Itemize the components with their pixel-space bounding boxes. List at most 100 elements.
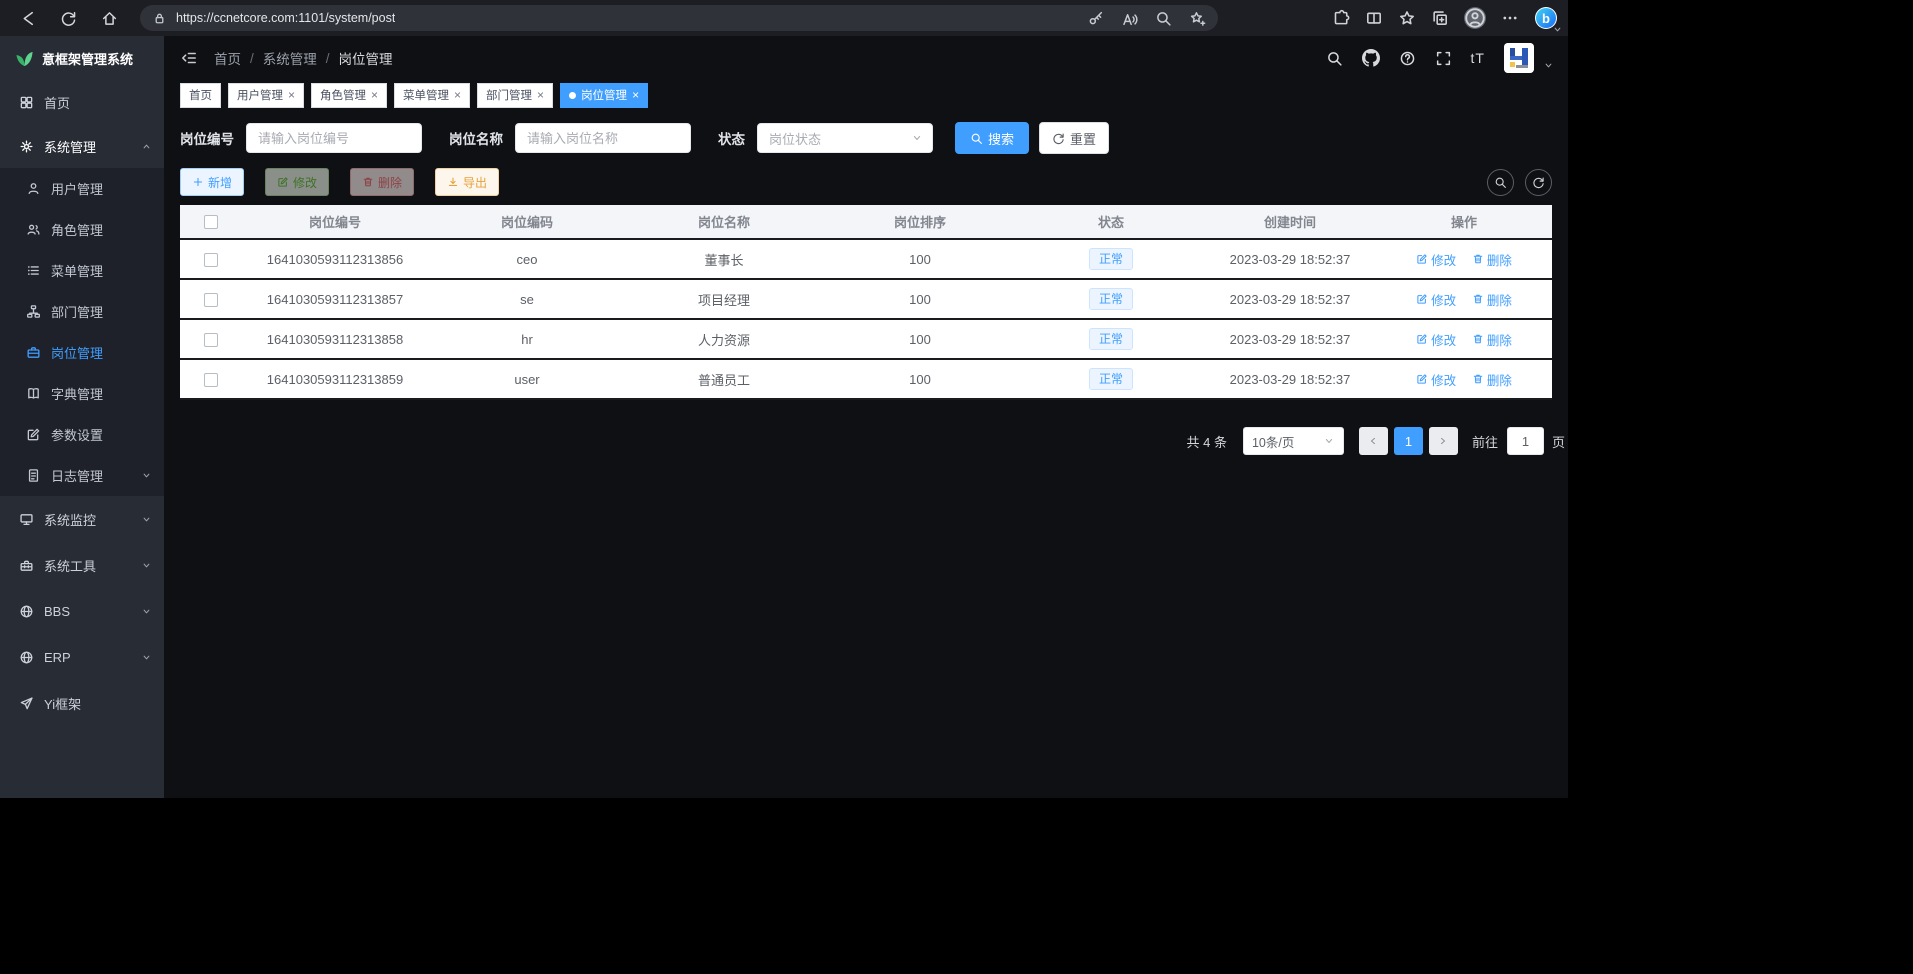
row-delete-link[interactable]: 删除 [1472, 290, 1512, 309]
tab-label: 部门管理 [486, 87, 532, 103]
password-key-icon[interactable] [1087, 10, 1104, 27]
sidebar-item-system-management[interactable]: 系统管理 [0, 124, 164, 168]
sidebar-item-bbs[interactable]: BBS [0, 588, 164, 634]
sidebar-item-system-monitoring[interactable]: 系统监控 [0, 496, 164, 542]
search-icon [970, 132, 983, 145]
sidebar-item-menu-management[interactable]: 菜单管理 [0, 250, 164, 291]
export-button[interactable]: 导出 [435, 168, 499, 196]
page-number-1[interactable]: 1 [1394, 427, 1423, 455]
github-icon[interactable] [1362, 49, 1380, 67]
table-row: 1641030593112313859 user 普通员工 100 正常 202… [180, 359, 1552, 399]
reset-button[interactable]: 重置 [1039, 122, 1109, 154]
refresh-table-button[interactable] [1525, 169, 1552, 196]
address-bar[interactable]: https://ccnetcore.com:1101/system/post [140, 5, 1218, 31]
row-edit-link[interactable]: 修改 [1416, 290, 1456, 309]
goto-page-input[interactable] [1507, 427, 1544, 455]
close-icon[interactable]: × [537, 89, 544, 101]
close-icon[interactable]: × [454, 89, 461, 101]
copilot-dropdown-caret-icon[interactable] [1552, 24, 1563, 35]
sidebar-item-role-management[interactable]: 角色管理 [0, 209, 164, 250]
cell-created-time: 2023-03-29 18:52:37 [1204, 319, 1376, 359]
fullscreen-icon[interactable] [1435, 50, 1452, 67]
help-icon[interactable] [1399, 50, 1416, 67]
prev-page-button[interactable] [1359, 427, 1388, 455]
status-select[interactable]: 岗位状态 [757, 123, 933, 153]
row-delete-label: 删除 [1487, 250, 1512, 269]
extensions-icon[interactable] [1332, 9, 1350, 27]
browser-menu-icon[interactable] [1501, 9, 1519, 27]
toggle-search-button[interactable] [1487, 169, 1514, 196]
trash-icon [1472, 253, 1484, 265]
post-code-input[interactable] [246, 123, 422, 153]
row-checkbox[interactable] [204, 373, 218, 387]
tab-post-management[interactable]: 岗位管理 × [560, 83, 648, 108]
row-delete-link[interactable]: 删除 [1472, 370, 1512, 389]
breadcrumb-home[interactable]: 首页 [214, 48, 241, 68]
post-name-input[interactable] [515, 123, 691, 153]
col-header-post-code: 岗位编码 [428, 205, 626, 239]
row-delete-link[interactable]: 删除 [1472, 250, 1512, 269]
favorites-icon[interactable] [1398, 9, 1416, 27]
sidebar-item-department-management[interactable]: 部门管理 [0, 291, 164, 332]
back-button[interactable] [12, 3, 42, 33]
row-checkbox[interactable] [204, 253, 218, 267]
sidebar-item-parameter-settings[interactable]: 参数设置 [0, 414, 164, 455]
close-icon[interactable]: × [288, 89, 295, 101]
search-button[interactable]: 搜索 [955, 122, 1029, 154]
sidebar-item-home[interactable]: 首页 [0, 80, 164, 124]
read-aloud-icon[interactable] [1121, 10, 1138, 27]
next-page-button[interactable] [1429, 427, 1458, 455]
tab-department-management[interactable]: 部门管理 × [477, 83, 553, 108]
sidebar-item-post-management[interactable]: 岗位管理 [0, 332, 164, 373]
chevron-down-icon [911, 132, 923, 144]
cell-post-code: se [428, 279, 626, 319]
sidebar-item-user-management[interactable]: 用户管理 [0, 168, 164, 209]
row-edit-link[interactable]: 修改 [1416, 250, 1456, 269]
add-button[interactable]: 新增 [180, 168, 244, 196]
row-edit-link[interactable]: 修改 [1416, 330, 1456, 349]
site-info-icon[interactable] [152, 11, 167, 26]
sidebar: 意框架管理系统 首页 系统管理 用户管理 [0, 36, 164, 798]
search-icon [1494, 176, 1507, 189]
tab-label: 首页 [189, 87, 212, 103]
row-checkbox[interactable] [204, 333, 218, 347]
sidebar-item-dictionary-management[interactable]: 字典管理 [0, 373, 164, 414]
tab-menu-management[interactable]: 菜单管理 × [394, 83, 470, 108]
sidebar-item-log-management[interactable]: 日志管理 [0, 455, 164, 496]
sidebar-item-label: 字典管理 [51, 384, 103, 403]
page-size-select[interactable]: 10条/页 [1243, 427, 1344, 455]
tab-home[interactable]: 首页 [180, 83, 221, 108]
user-avatar[interactable] [1504, 43, 1534, 73]
select-all-checkbox[interactable] [204, 215, 218, 229]
sidebar-fold-icon[interactable] [180, 49, 198, 67]
sidebar-item-system-tools[interactable]: 系统工具 [0, 542, 164, 588]
sidebar-item-yi-framework[interactable]: Yi框架 [0, 680, 164, 726]
cell-post-sort: 100 [822, 279, 1018, 319]
col-header-status: 状态 [1018, 205, 1204, 239]
url-text[interactable]: https://ccnetcore.com:1101/system/post [176, 11, 395, 25]
row-delete-link[interactable]: 删除 [1472, 330, 1512, 349]
home-button[interactable] [94, 3, 124, 33]
app-logo[interactable]: 意框架管理系统 [0, 36, 164, 80]
zoom-icon[interactable] [1155, 10, 1172, 27]
browser-profile-avatar[interactable] [1464, 7, 1486, 29]
close-icon[interactable]: × [632, 89, 639, 101]
breadcrumb-system[interactable]: 系统管理 [263, 48, 317, 68]
close-icon[interactable]: × [371, 89, 378, 101]
header-search-icon[interactable] [1326, 50, 1343, 67]
collections-icon[interactable] [1431, 9, 1449, 27]
row-edit-link[interactable]: 修改 [1416, 370, 1456, 389]
edit-button[interactable]: 修改 [265, 168, 329, 196]
app-navbar: 首页 / 系统管理 / 岗位管理 tT [164, 36, 1568, 80]
tab-role-management[interactable]: 角色管理 × [311, 83, 387, 108]
cell-created-time: 2023-03-29 18:52:37 [1204, 359, 1376, 399]
row-checkbox[interactable] [204, 293, 218, 307]
tab-user-management[interactable]: 用户管理 × [228, 83, 304, 108]
delete-button[interactable]: 删除 [350, 168, 414, 196]
refresh-button[interactable] [53, 3, 83, 33]
split-screen-icon[interactable] [1365, 9, 1383, 27]
favorite-star-add-icon[interactable] [1189, 10, 1206, 27]
sidebar-item-erp[interactable]: ERP [0, 634, 164, 680]
user-dropdown-caret-icon[interactable] [1543, 60, 1554, 71]
font-size-icon[interactable]: tT [1471, 50, 1485, 66]
